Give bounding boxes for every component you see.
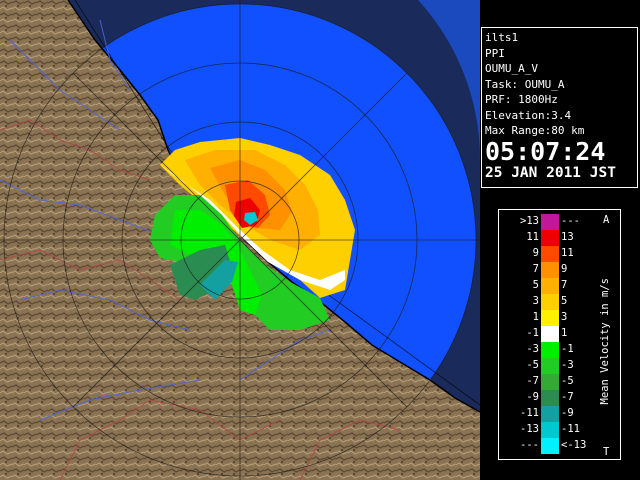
legend-low-value: -9 (526, 391, 539, 403)
legend-color-swatch (541, 246, 559, 262)
prf-value: PRF: 1800Hz (485, 93, 558, 106)
legend-high-value: 3 (561, 311, 568, 323)
legend-color-swatch (541, 294, 559, 310)
legend-color-swatch (541, 342, 559, 358)
legend-color-swatch (541, 310, 559, 326)
legend-high-value: -1 (561, 343, 574, 355)
legend-axis: A Mean Velocity in m/s T (599, 214, 617, 458)
elevation-value: Elevation:3.4 (485, 108, 572, 122)
legend-title: Mean Velocity in m/s (599, 278, 611, 405)
legend-color-swatch (541, 230, 559, 246)
legend-low-value: 1 (532, 311, 539, 323)
product-name: OUMU_A_V (485, 62, 538, 75)
site-name: ilts1 (485, 31, 519, 44)
legend-low-value: -1 (526, 327, 539, 339)
legend-color-swatch (541, 374, 559, 390)
legend-low-value: -13 (520, 423, 539, 435)
legend-high-value: 7 (561, 279, 568, 291)
legend-low-value: -7 (526, 375, 539, 387)
info-panel: ilts1 PPI OUMU_A_V Task: OUMU_A PRF: 180… (481, 27, 638, 188)
legend-low-value: -3 (526, 343, 539, 355)
velocity-legend: >13 --- 11 13 9 11 7 9 5 7 3 5 1 3 -1 1 -3 -1 -5 -3 -7 -5 -9 -7… (498, 209, 621, 460)
legend-low-value: 5 (532, 279, 539, 291)
scan-time: 05:07:24 (485, 136, 606, 166)
legend-color-swatch (541, 278, 559, 294)
legend-color-swatch (541, 262, 559, 278)
legend-high-value: <-13 (561, 439, 587, 451)
legend-color-swatch (541, 390, 559, 406)
legend-color-swatch (541, 358, 559, 374)
legend-low-value: 11 (526, 231, 539, 243)
legend-high-value: 9 (561, 263, 568, 275)
legend-high-value: 5 (561, 295, 568, 307)
legend-high-value: -5 (561, 375, 574, 387)
legend-high-value: -7 (561, 391, 574, 403)
legend-high-value: -3 (561, 359, 574, 371)
legend-color-swatch (541, 214, 559, 230)
legend-color-swatch (541, 326, 559, 342)
legend-low-value: 9 (532, 247, 539, 259)
legend-low-value: -11 (520, 407, 539, 419)
legend-color-swatch (541, 406, 559, 422)
legend-top-letter: A (603, 214, 610, 226)
legend-low-value: 7 (532, 263, 539, 275)
legend-low-value: -5 (526, 359, 539, 371)
legend-low-value: 3 (532, 295, 539, 307)
legend-high-value: -9 (561, 407, 574, 419)
legend-high-value: 1 (561, 327, 568, 339)
legend-low-value: --- (520, 439, 539, 451)
legend-bottom-letter: T (603, 446, 610, 458)
radar-ppi-display (0, 0, 480, 480)
legend-color-swatch (541, 422, 559, 438)
legend-color-swatch (541, 438, 559, 454)
legend-low-value: >13 (520, 215, 539, 227)
legend-high-value: 11 (561, 247, 574, 259)
task-name: Task: OUMU_A (485, 77, 565, 91)
scan-type: PPI (485, 46, 505, 60)
legend-high-value: -11 (561, 423, 580, 435)
legend-high-value: 13 (561, 231, 574, 243)
scan-date: 25 JAN 2011 JST (485, 164, 616, 181)
legend-high-value: --- (561, 215, 580, 227)
